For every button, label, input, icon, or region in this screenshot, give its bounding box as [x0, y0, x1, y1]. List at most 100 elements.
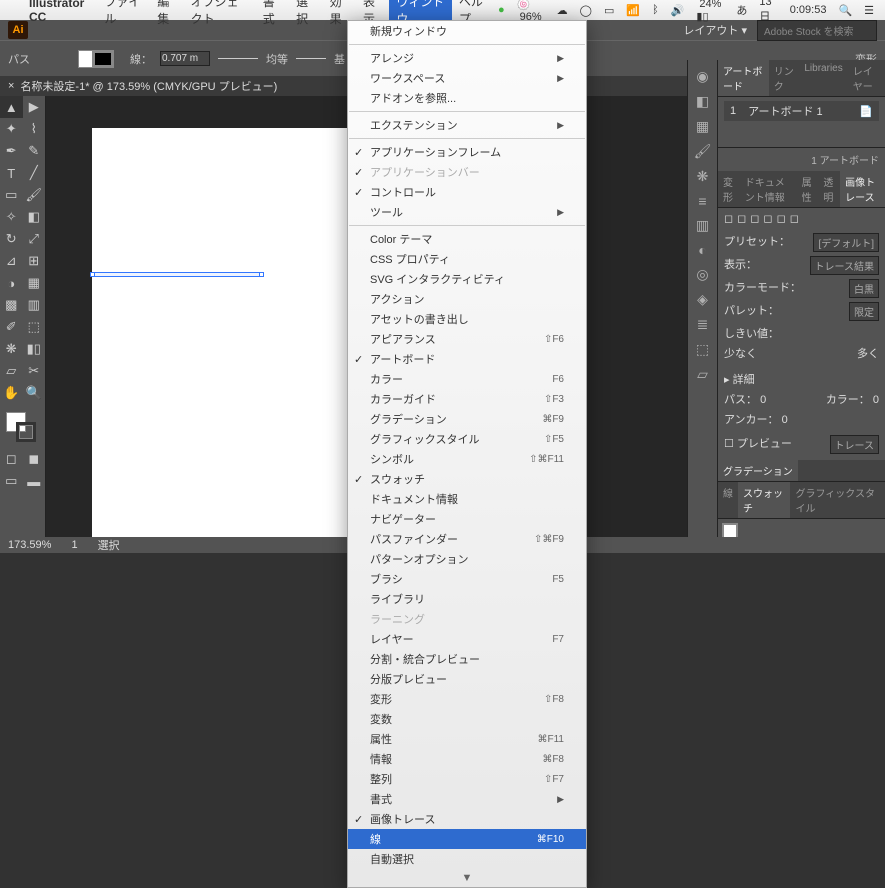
- tab-layers[interactable]: レイヤー: [848, 60, 885, 96]
- menu-item[interactable]: 変形⇧F8: [348, 689, 586, 709]
- trace-preset-icon[interactable]: ◻: [777, 212, 786, 225]
- selection-tool[interactable]: ▲: [0, 96, 23, 118]
- tab-artboards[interactable]: アートボード: [718, 60, 769, 96]
- screen-mode-full[interactable]: ▬: [23, 470, 46, 492]
- lasso-tool[interactable]: ⌇: [23, 118, 46, 140]
- tab-links[interactable]: リンク: [769, 60, 800, 96]
- stroke-color[interactable]: [16, 422, 36, 442]
- perspective-tool[interactable]: ▦: [23, 272, 46, 294]
- trace-preset-icon[interactable]: ◻: [737, 212, 746, 225]
- direct-selection-tool[interactable]: ▶: [23, 96, 46, 118]
- fill-stroke-control[interactable]: [4, 410, 41, 442]
- artboard-list-item[interactable]: 1 アートボード 1 📄: [724, 101, 879, 121]
- menu-item[interactable]: 分割・統合プレビュー: [348, 649, 586, 669]
- menu-edit[interactable]: 編集: [150, 0, 183, 27]
- artboard-tool[interactable]: ▱: [0, 360, 23, 382]
- tab-stroke[interactable]: 線: [718, 482, 738, 518]
- mesh-tool[interactable]: ▩: [0, 294, 23, 316]
- zoom-level[interactable]: 173.59%: [8, 539, 51, 551]
- menu-item[interactable]: 画像トレース: [348, 809, 586, 829]
- menu-item[interactable]: アピアランス⇧F6: [348, 329, 586, 349]
- menu-item[interactable]: アレンジ▶: [348, 48, 586, 68]
- eraser-tool[interactable]: ◧: [23, 206, 46, 228]
- symbol-sprayer-tool[interactable]: ❋: [0, 338, 23, 360]
- notifications-icon[interactable]: ☰: [861, 4, 877, 17]
- app-name[interactable]: Illustrator CC: [22, 0, 97, 24]
- menu-item[interactable]: ドキュメント情報: [348, 489, 586, 509]
- graph-tool[interactable]: ▮▯: [23, 338, 46, 360]
- type-tool[interactable]: T: [0, 162, 23, 184]
- shape-builder-tool[interactable]: ◑: [0, 272, 23, 294]
- screen-mode[interactable]: ▭: [0, 470, 23, 492]
- menu-item[interactable]: 属性⌘F11: [348, 729, 586, 749]
- scale-tool[interactable]: ⤢: [23, 228, 46, 250]
- graphic-styles-icon[interactable]: ◈: [697, 291, 708, 308]
- menu-item[interactable]: スウォッチ: [348, 469, 586, 489]
- menu-item[interactable]: コントロール: [348, 182, 586, 202]
- draw-normal[interactable]: ◻: [0, 448, 23, 470]
- gradient-tool[interactable]: ▥: [23, 294, 46, 316]
- menu-type[interactable]: 書式: [256, 0, 289, 27]
- stroke-panel-icon[interactable]: ≡: [698, 193, 706, 209]
- stroke-weight-input[interactable]: 0.707 m: [160, 51, 210, 66]
- brushes-panel-icon[interactable]: 🖌: [694, 143, 712, 160]
- menu-item[interactable]: グラデーション⌘F9: [348, 409, 586, 429]
- trace-preset-icon[interactable]: ◻: [750, 212, 759, 225]
- rotate-tool[interactable]: ↻: [0, 228, 23, 250]
- tab-libraries[interactable]: Libraries: [799, 60, 847, 96]
- menu-item[interactable]: 情報⌘F8: [348, 749, 586, 769]
- menu-item[interactable]: 書式▶: [348, 789, 586, 809]
- brush-tool[interactable]: 🖌: [23, 184, 46, 206]
- draw-behind[interactable]: ◼: [23, 448, 46, 470]
- menu-item[interactable]: アドオンを参照...: [348, 88, 586, 108]
- menu-item[interactable]: レイヤーF7: [348, 629, 586, 649]
- menu-file[interactable]: ファイル: [97, 0, 150, 27]
- preset-select[interactable]: [デフォルト]: [813, 233, 879, 252]
- zoom-tool[interactable]: 🔍: [23, 382, 46, 404]
- menu-item[interactable]: CSS プロパティ: [348, 249, 586, 269]
- menu-item[interactable]: ワークスペース▶: [348, 68, 586, 88]
- tab-docinfo[interactable]: ドキュメント情報: [740, 171, 797, 207]
- eyedropper-tool[interactable]: ✐: [0, 316, 23, 338]
- menu-item[interactable]: ブラシF5: [348, 569, 586, 589]
- menu-item[interactable]: カラーF6: [348, 369, 586, 389]
- pen-tool[interactable]: ✒: [0, 140, 23, 162]
- shaper-tool[interactable]: ✧: [0, 206, 23, 228]
- transparency-panel-icon[interactable]: ◐: [698, 242, 706, 258]
- menu-item[interactable]: Color テーマ: [348, 229, 586, 249]
- tab-swatches[interactable]: スウォッチ: [738, 482, 790, 518]
- free-transform-tool[interactable]: ⊞: [23, 250, 46, 272]
- menu-item[interactable]: シンボル⇧⌘F11: [348, 449, 586, 469]
- basic-label[interactable]: 基: [334, 51, 345, 67]
- spotlight-icon[interactable]: 🔍: [835, 4, 855, 17]
- menu-item[interactable]: 自動選択: [348, 849, 586, 869]
- menu-item[interactable]: SVG インタラクティビティ: [348, 269, 586, 289]
- magic-wand-tool[interactable]: ✦: [0, 118, 23, 140]
- menu-item[interactable]: 変数: [348, 709, 586, 729]
- tab-graphic-styles[interactable]: グラフィックスタイル: [790, 482, 885, 518]
- trace-preset-icon[interactable]: ◻: [790, 212, 799, 225]
- palette-select[interactable]: 限定: [849, 302, 879, 321]
- menu-item[interactable]: ナビゲーター: [348, 509, 586, 529]
- symbols-panel-icon[interactable]: ❋: [697, 168, 709, 185]
- gradient-panel-icon[interactable]: ▥: [696, 217, 709, 234]
- width-tool[interactable]: ⊿: [0, 250, 23, 272]
- layout-dropdown[interactable]: レイアウト ▾: [683, 22, 747, 38]
- preview-checkbox[interactable]: プレビュー: [737, 438, 792, 450]
- layers-panel-icon[interactable]: ≣: [697, 316, 709, 333]
- tab-image-trace[interactable]: 画像トレース: [840, 171, 885, 207]
- menu-item[interactable]: 新規ウィンドウ: [348, 21, 586, 41]
- curvature-tool[interactable]: ✎: [23, 140, 46, 162]
- line-tool[interactable]: ╱: [23, 162, 46, 184]
- swatches-panel-icon[interactable]: ▦: [696, 118, 709, 135]
- menu-item[interactable]: エクステンション▶: [348, 115, 586, 135]
- artboards-panel-icon[interactable]: ▱: [697, 366, 708, 383]
- rectangle-tool[interactable]: ▭: [0, 184, 23, 206]
- menu-item[interactable]: ツール▶: [348, 202, 586, 222]
- tab-gradient[interactable]: グラデーション: [718, 460, 798, 481]
- menu-scroll-down[interactable]: ▼: [348, 869, 586, 887]
- menu-item[interactable]: 線⌘F10: [348, 829, 586, 849]
- menu-item[interactable]: 整列⇧F7: [348, 769, 586, 789]
- menu-object[interactable]: オブジェクト: [184, 0, 256, 27]
- tab-transparency[interactable]: 透明: [818, 171, 840, 207]
